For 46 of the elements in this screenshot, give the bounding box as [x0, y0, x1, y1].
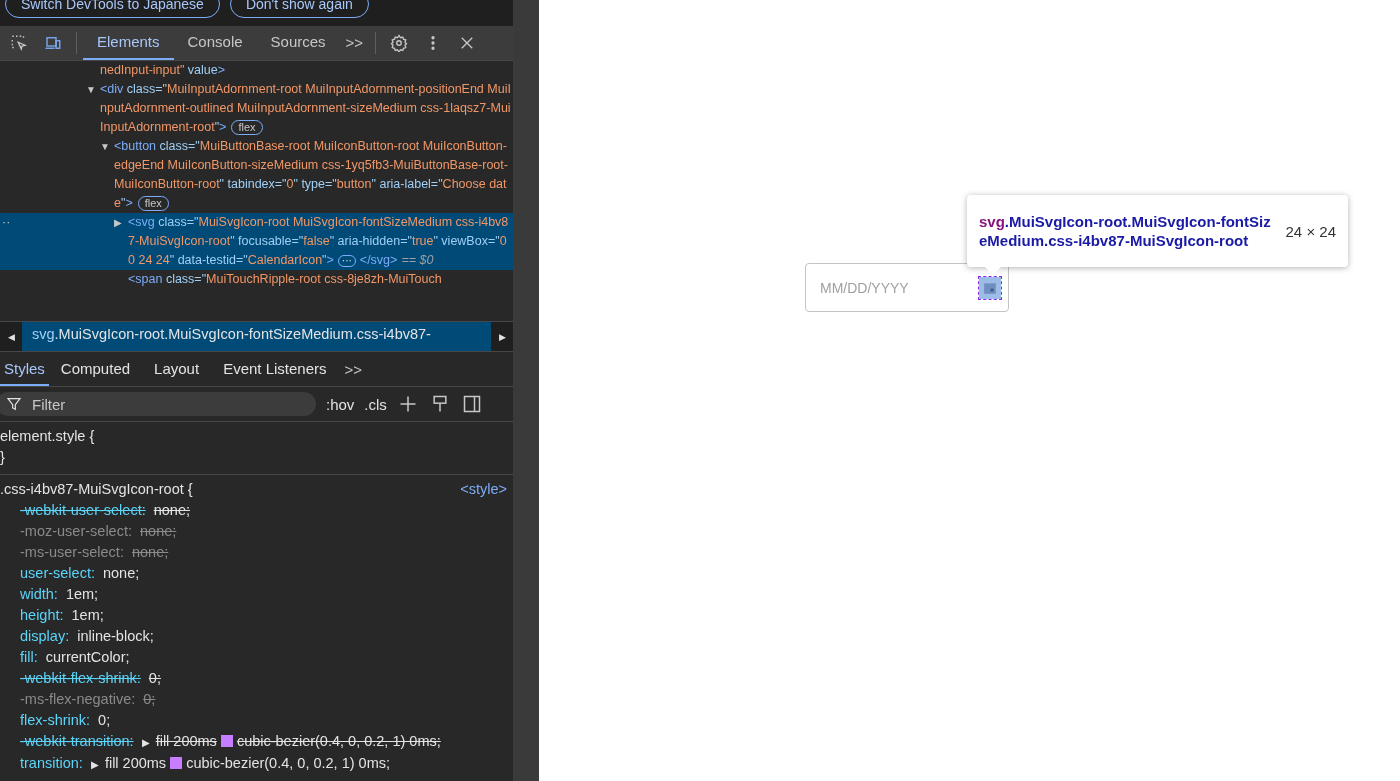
scroll-right-button[interactable]: ▶	[491, 321, 513, 352]
style-selector: element.style {	[0, 427, 96, 446]
tooltip-selector: svg.MuiSvgIcon-root.MuiSvgIcon-fontSizeMedium.css-i4bv87-MuiSvgIcon-root	[979, 212, 1272, 250]
tooltip-size: 24 × 24	[1285, 222, 1336, 240]
date-field[interactable]: MM/DD/YYYY	[805, 263, 1009, 312]
style-property[interactable]: width: 1em;	[0, 584, 513, 605]
style-property[interactable]: -ms-user-select: none;	[0, 542, 513, 563]
style-property[interactable]: -webkit-transition: ▶ fill 200ms cubic-bezier(0.4, 0, 0.2, 1) 0ms;	[0, 731, 513, 753]
sidebar-tab[interactable]: Styles	[0, 352, 49, 387]
style-property[interactable]: -moz-user-select: none;	[0, 521, 513, 542]
panel-tab[interactable]: Elements	[83, 25, 174, 60]
style-property[interactable]: flex-shrink: 0;	[0, 710, 513, 731]
more-tabs-button[interactable]: >>	[339, 34, 370, 52]
filter-field[interactable]: Filter	[0, 392, 316, 417]
panel-tab[interactable]: Console	[173, 25, 257, 60]
style-property[interactable]: -webkit-user-select: none;	[0, 500, 513, 521]
filter-icon[interactable]	[6, 396, 22, 413]
dom-node[interactable]: <span class="MuiTouchRipple-root css-8je8zh-MuiTouch	[0, 269, 513, 289]
closing-brace: }	[0, 448, 6, 467]
hover-state-button[interactable]: :hov	[326, 395, 355, 413]
style-selector: .css-i4bv87-MuiSvgIcon-root {	[0, 480, 193, 499]
class-toggle-button[interactable]: .cls	[364, 395, 387, 413]
breadcrumb-item[interactable]: svg.MuiSvgIcon-root.MuiSvgIcon-fontSizeMedium.css-i4bv87-	[22, 321, 491, 352]
dom-node[interactable]: ▼ <button class="MuiButtonBase-root MuiIconButton-root MuiIconButton-edgeEnd MuiIconButton-sizeMedium css-1yq5fb3-MuiButtonBase-root-MuiIconButton-root" tabindex="0" type="button" aria-label="Choose date"> flex	[0, 136, 513, 213]
panel-tab[interactable]: Sources	[256, 25, 340, 60]
filter-input[interactable]: Filter	[30, 394, 316, 414]
dom-node[interactable]: ▼ <div class="MuiInputAdornment-root MuiInputAdornment-positionEnd MuiInputAdornment-outlined MuiInputAdornment-sizeMedium css-1laqsz7-MuiInputAdornment-root"> flex	[0, 79, 513, 137]
sidebar-tab[interactable]: Event Listeners	[211, 352, 339, 387]
style-property[interactable]: -webkit-flex-shrink: 0;	[0, 668, 513, 689]
style-property[interactable]: -ms-flex-negative: 0;	[0, 689, 513, 710]
scroll-left-button[interactable]: ◀	[0, 321, 22, 352]
sidebar-tab[interactable]: Computed	[48, 352, 143, 387]
more-tabs-button[interactable]: >>	[338, 360, 369, 378]
sidebar-tab[interactable]: Layout	[142, 352, 212, 387]
dom-node[interactable]: ·· ▶ <svg class="MuiSvgIcon-root MuiSvgIcon-fontSizeMedium css-i4bv87-MuiSvgIcon-root" focusable="false" aria-hidden="true" viewBox="0 0 24 24" data-testid="CalendarIcon"> ··· </svg> == $0	[0, 212, 513, 270]
style-property[interactable]: user-select: none;	[0, 563, 513, 584]
gutter-dots: ··	[2, 213, 11, 231]
style-property[interactable]: height: 1em;	[0, 605, 513, 626]
source-link[interactable]: <style>	[460, 479, 507, 500]
settings-icon[interactable]	[390, 33, 409, 52]
style-property[interactable]: transition: ▶ fill 200ms cubic-bezier(0.4, 0, 0.2, 1) 0ms;	[0, 753, 513, 775]
inspect-icon[interactable]	[10, 33, 28, 52]
sidebar-toggle-icon[interactable]	[461, 394, 482, 415]
style-property[interactable]: display: inline-block;	[0, 626, 513, 647]
style-property[interactable]: fill: currentColor;	[0, 647, 513, 668]
dom-node[interactable]: nedInput-input" value>	[0, 60, 513, 80]
